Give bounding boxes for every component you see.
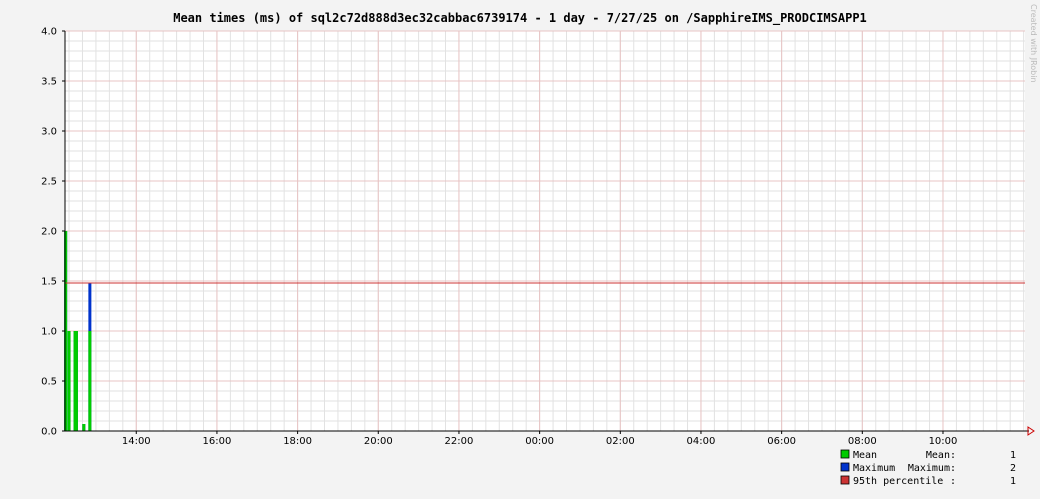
y-tick-label: 2.0 [41,227,57,238]
bar-mean [67,331,71,431]
legend-value-maximum: 2 [1010,463,1016,474]
y-tick-label: 0.0 [41,427,57,438]
chart-title: Mean times (ms) of sql2c72d888d3ec32cabb… [173,11,867,26]
legend-swatch-mean [840,449,850,459]
y-tick-label: 0.5 [41,377,57,388]
y-tick-label: 3.0 [41,127,57,138]
legend-value-mean: 1 [1010,450,1016,461]
y-tick-label: 4.0 [41,27,57,38]
legend-value-p95: 1 [1010,476,1016,487]
legend-stat-p95: : [950,476,956,487]
legend-label-maximum: Maximum [853,463,895,474]
legend-swatch-p95 [840,475,850,485]
x-tick-label: 04:00 [687,436,716,447]
x-tick-label: 20:00 [364,436,393,447]
x-tick-label: 10:00 [929,436,958,447]
legend-label-mean: Mean [853,450,877,461]
legend-label-p95: 95th percentile [853,476,943,487]
bar-mean [74,331,78,431]
x-tick-label: 16:00 [203,436,232,447]
chart: 0.0 0.5 1.0 1.5 2.0 2.5 3.0 3.5 4.0 14:00 16:00 18… [0,0,1040,499]
watermark: Created with JRobin [1029,4,1038,83]
legend-stat-maximum: Maximum: [908,463,956,474]
legend-swatch-maximum [840,462,850,472]
y-tick-label: 2.5 [41,177,57,188]
x-tick-label: 22:00 [445,436,474,447]
y-tick-label: 1.5 [41,277,57,288]
bar-mean [82,424,86,431]
grid [65,30,1025,431]
legend-stat-mean: Mean: [926,450,956,461]
x-tick-label: 08:00 [848,436,877,447]
x-tick-label: 14:00 [122,436,151,447]
x-tick-label: 18:00 [283,436,312,447]
x-tick-label: 02:00 [606,436,635,447]
x-tick-label: 00:00 [525,436,554,447]
bar-mean [88,331,92,431]
x-tick-label: 06:00 [767,436,796,447]
y-tick-label: 3.5 [41,77,57,88]
y-tick-label: 1.0 [41,327,57,338]
